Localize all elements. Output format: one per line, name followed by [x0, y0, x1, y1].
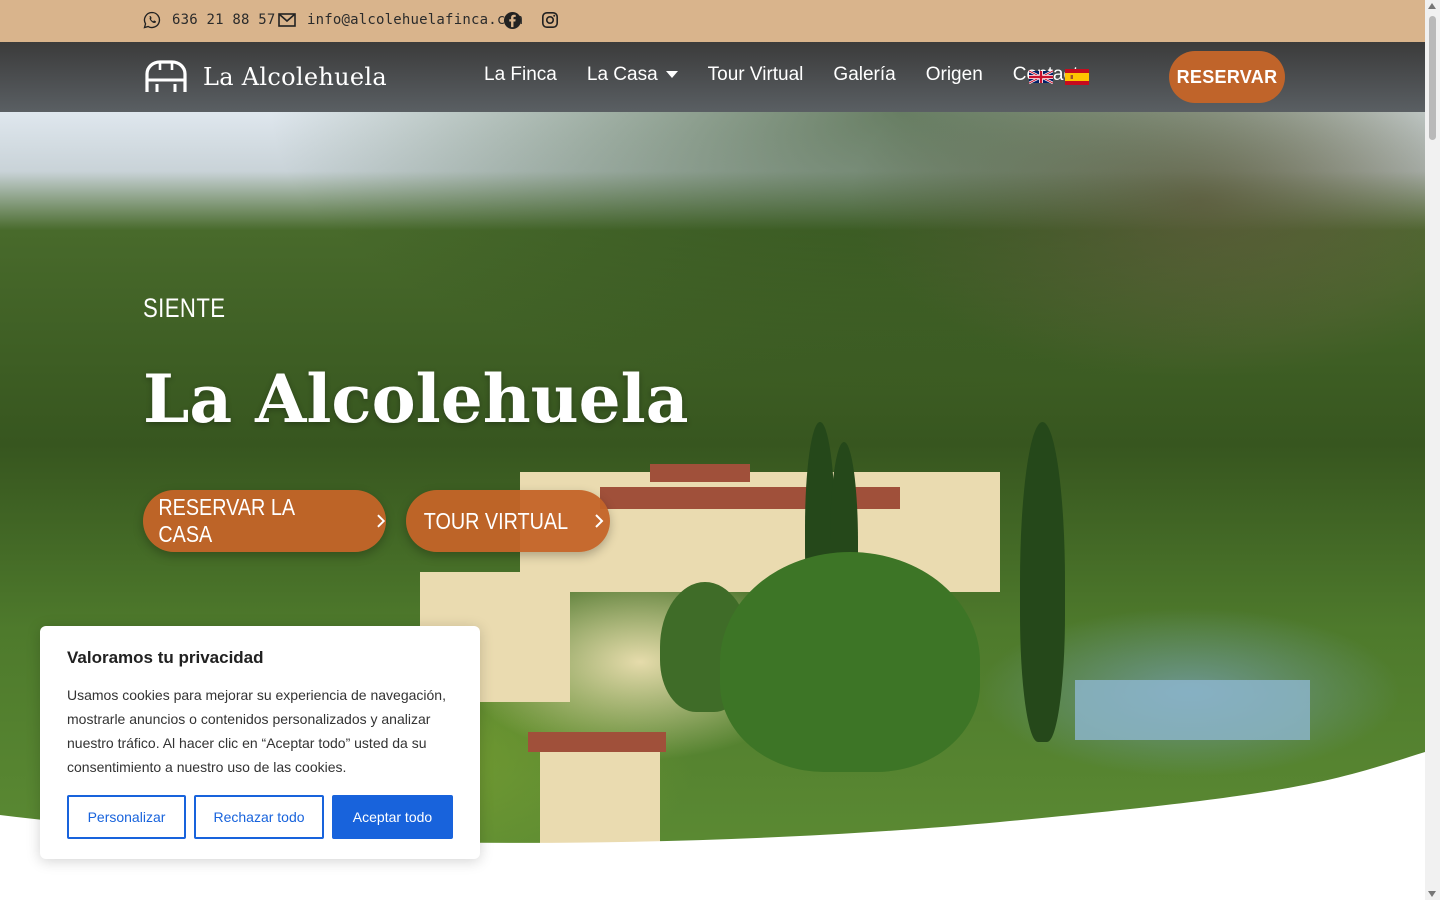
cookie-message: Usamos cookies para mejorar su experienc…: [67, 687, 446, 775]
tree: [720, 552, 980, 772]
customize-cookies-button[interactable]: Personalizar: [67, 795, 186, 839]
pool-cover-image: [1075, 680, 1310, 740]
phone-number: 636 21 88 57: [172, 12, 276, 28]
reject-all-button[interactable]: Rechazar todo: [194, 795, 324, 839]
accept-all-button[interactable]: Aceptar todo: [332, 795, 453, 839]
instagram-icon: [540, 10, 560, 30]
scroll-down-arrow-icon[interactable]: [1428, 891, 1436, 897]
top-contact-bar: 636 21 88 57 info@alcolehuelafinca.com: [0, 0, 1425, 42]
reserve-house-button[interactable]: RESERVAR LA CASA: [143, 490, 386, 552]
nav-item-la-casa[interactable]: La Casa: [587, 64, 678, 86]
hero-title: La Alcolehuela: [143, 360, 689, 438]
facebook-icon: [502, 10, 522, 30]
chevron-right-icon: [595, 514, 604, 528]
site-logo[interactable]: La Alcolehuela: [143, 58, 387, 96]
nav-item-la-finca[interactable]: La Finca: [484, 64, 557, 86]
phone-link[interactable]: 636 21 88 57: [142, 10, 276, 30]
hero-kicker: SIENTE: [143, 293, 226, 323]
whatsapp-icon: [142, 10, 162, 30]
chevron-down-icon: [665, 71, 678, 79]
cookie-consent-banner: Valoramos tu privacidad Usamos cookies p…: [40, 626, 480, 859]
virtual-tour-button[interactable]: TOUR VIRTUAL: [406, 490, 610, 552]
roof-image: [528, 732, 666, 752]
instagram-link[interactable]: [540, 10, 560, 30]
page-scrollbar[interactable]: [1425, 0, 1440, 900]
virtual-tour-label: TOUR VIRTUAL: [423, 507, 569, 534]
nav-item-galeria[interactable]: Galería: [833, 64, 895, 86]
chevron-right-icon: [377, 514, 386, 528]
logo-text: La Alcolehuela: [203, 63, 387, 91]
cookie-title: Valoramos tu privacidad: [67, 648, 264, 667]
spain-flag-icon[interactable]: [1065, 69, 1089, 85]
nav-item-tour-virtual[interactable]: Tour Virtual: [708, 64, 804, 86]
reserve-house-label: RESERVAR LA CASA: [158, 494, 294, 547]
roof-image: [650, 464, 750, 482]
scroll-up-arrow-icon[interactable]: [1428, 3, 1436, 9]
email-address: info@alcolehuelafinca.com: [307, 12, 523, 28]
email-link[interactable]: info@alcolehuelafinca.com: [277, 10, 523, 30]
main-navigation: La Alcolehuela La Finca La Casa Tour Vir…: [0, 42, 1425, 112]
nav-menu: La Finca La Casa Tour Virtual Galería Or…: [484, 64, 1089, 86]
scrollbar-thumb[interactable]: [1429, 16, 1436, 140]
language-switcher: [1029, 69, 1089, 85]
logo-icon: [145, 60, 187, 92]
facebook-link[interactable]: [502, 10, 522, 30]
cypress-tree: [1020, 422, 1065, 742]
uk-flag-icon[interactable]: [1029, 69, 1053, 85]
nav-item-origen[interactable]: Origen: [926, 64, 983, 86]
nav-item-la-casa-label: La Casa: [586, 64, 658, 85]
mail-icon: [277, 10, 297, 30]
reserve-button[interactable]: RESERVAR: [1169, 51, 1285, 103]
